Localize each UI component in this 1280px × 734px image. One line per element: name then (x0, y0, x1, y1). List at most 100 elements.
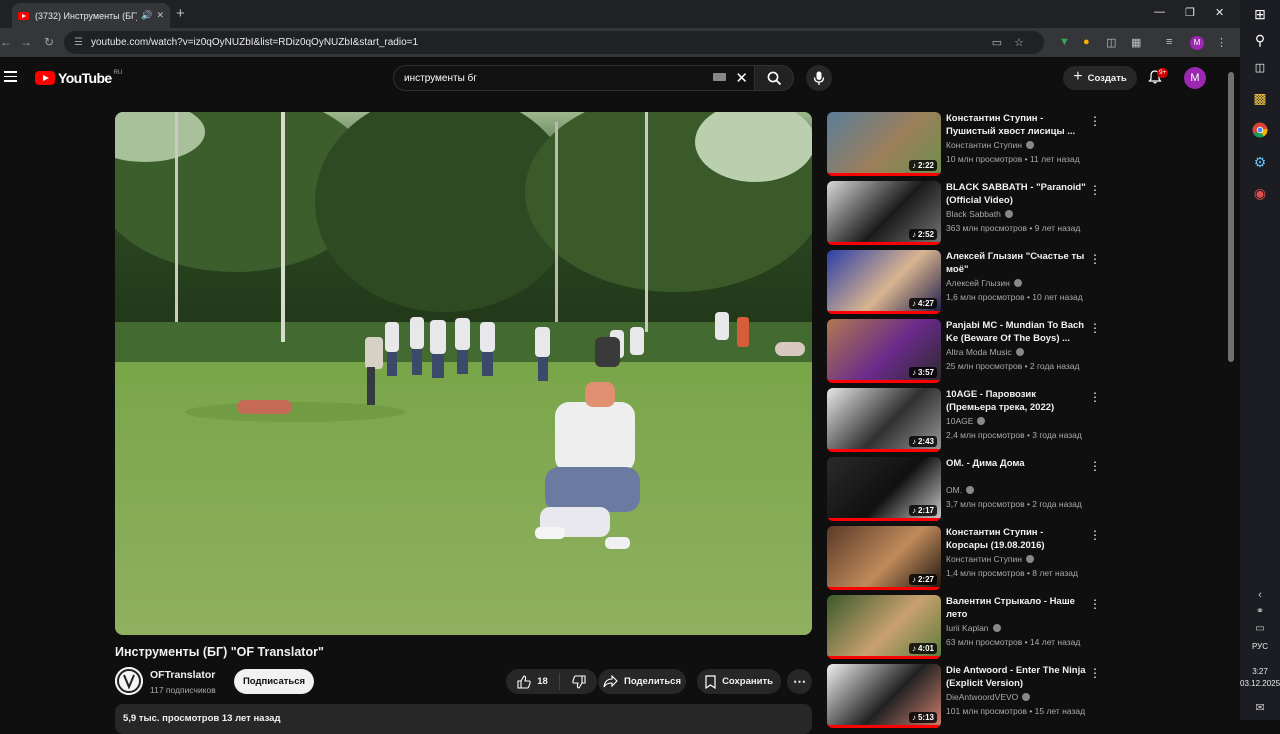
account-avatar[interactable]: M (1184, 67, 1206, 89)
recommendation-item[interactable]: 4:01 Валентин Стрыкало - Наше лето Iurii K… (827, 595, 1112, 661)
save-button[interactable]: Сохранить (697, 669, 781, 694)
recommendation-title[interactable]: Panjabi MC - Mundian To Bach Ke (Beware … (946, 319, 1086, 345)
recommendation-title[interactable]: Константин Ступин - Пушистый хвост лисиц… (946, 112, 1086, 138)
recommendation-title[interactable]: Константин Ступин - Корсары (19.08.2016) (946, 526, 1086, 552)
more-options-icon[interactable]: ⋮ (1089, 666, 1101, 680)
close-window-icon[interactable]: ✕ (1215, 6, 1224, 19)
task-view-icon[interactable]: ◫ (1250, 57, 1270, 77)
language-indicator[interactable]: РУС (1240, 642, 1280, 651)
new-tab-icon[interactable]: + (176, 5, 185, 22)
recommendation-channel[interactable]: DieAntwoordVEVO (946, 692, 1031, 702)
recommendation-item[interactable]: 2:52 BLACK SABBATH - "Paranoid" (Official… (827, 181, 1112, 247)
recommendation-channel[interactable]: Константин Ступин (946, 554, 1034, 564)
channel-name[interactable]: OFTranslator (150, 669, 215, 681)
video-thumbnail[interactable]: 3:57 (827, 319, 941, 383)
description-box[interactable]: 5,9 тыс. просмотров 13 лет назад (115, 704, 812, 734)
video-player[interactable] (115, 112, 812, 635)
minimize-icon[interactable]: — (1154, 6, 1165, 18)
file-explorer-icon[interactable]: ▩ (1250, 88, 1270, 108)
video-thumbnail[interactable]: 4:01 (827, 595, 941, 659)
extension-coin-icon[interactable]: ● (1083, 36, 1090, 48)
recommendation-channel[interactable]: Altra Moda Music (946, 347, 1024, 357)
channel-label: Iurii Kaplan (946, 623, 989, 633)
recommendation-item[interactable]: 4:27 Алексей Глызин "Счастье ты моё" Алекс… (827, 250, 1112, 316)
recommendation-title[interactable]: Алексей Глызин "Счастье ты моё" (946, 250, 1086, 276)
install-icon[interactable]: ▭☆ (992, 36, 1036, 49)
recommendation-title[interactable]: Валентин Стрыкало - Наше лето (946, 595, 1086, 621)
video-thumbnail[interactable]: 4:27 (827, 250, 941, 314)
menu-icon[interactable] (4, 71, 17, 82)
video-thumbnail[interactable]: 2:22 (827, 112, 941, 176)
more-options-icon[interactable]: ⋮ (1089, 183, 1101, 197)
channel-avatar[interactable] (115, 667, 143, 695)
recommendation-item[interactable]: 3:57 Panjabi MC - Mundian To Bach Ke (Bew… (827, 319, 1112, 385)
thumbs-up-icon (517, 674, 531, 689)
recommendation-item[interactable]: 2:27 Константин Ступин - Корсары (19.08.2… (827, 526, 1112, 592)
video-thumbnail[interactable]: 2:27 (827, 526, 941, 590)
video-thumbnail[interactable]: 5:13 (827, 664, 941, 728)
recommendation-item[interactable]: 2:43 10AGE - Паровозик (Премьера трека, 2… (827, 388, 1112, 454)
maximize-icon[interactable]: ❐ (1185, 6, 1195, 19)
recommendation-channel[interactable]: Iurii Kaplan (946, 623, 1001, 633)
back-icon[interactable]: ← (0, 35, 12, 49)
recommendation-title[interactable]: Die Antwoord - Enter The Ninja (Explicit… (946, 664, 1086, 690)
recommendation-item[interactable]: 5:13 Die Antwoord - Enter The Ninja (Expl… (827, 664, 1112, 730)
clear-search-icon[interactable]: ✕ (735, 69, 748, 87)
browser-menu-icon[interactable]: ⋮ (1216, 36, 1227, 49)
recommendation-item[interactable]: 2:17 ОМ. - Дима Дома ОМ. 3,7 млн просмотров… (827, 457, 1112, 523)
forward-icon[interactable]: → (20, 35, 32, 49)
extensions-puzzle-icon[interactable]: ▦ (1131, 36, 1141, 49)
more-options-icon[interactable]: ⋮ (1089, 114, 1101, 128)
address-bar[interactable]: ☰ youtube.com/watch?v=iz0qOyNUZbI&list=R… (64, 31, 1044, 54)
audio-icon[interactable]: 🔊 (141, 10, 152, 21)
video-thumbnail[interactable]: 2:17 (827, 457, 941, 521)
notifications-tray-icon[interactable]: ✉ (1250, 697, 1270, 717)
recommendation-channel[interactable]: Константин Ступин (946, 140, 1034, 150)
taskbar-search-icon[interactable]: ⚲ (1250, 30, 1270, 50)
more-options-icon[interactable]: ⋮ (1089, 390, 1101, 404)
windows-start-icon[interactable]: ⊞ (1250, 4, 1270, 24)
recommendation-channel[interactable]: Алексей Глызин (946, 278, 1022, 288)
more-options-icon[interactable]: ⋮ (1089, 597, 1101, 611)
media-control-icon[interactable]: ≡ (1166, 36, 1172, 48)
clock-date[interactable]: 03.12.2025 (1240, 679, 1280, 688)
app-icon[interactable]: ◉ (1250, 183, 1270, 203)
recommendation-channel[interactable]: Black Sabbath (946, 209, 1013, 219)
network-tray-icon[interactable]: ▭ (1250, 618, 1270, 638)
video-thumbnail[interactable]: 2:43 (827, 388, 941, 452)
video-thumbnail[interactable]: 2:52 (827, 181, 941, 245)
more-options-icon[interactable]: ⋮ (1089, 528, 1101, 542)
browser-profile-avatar[interactable]: M (1190, 36, 1204, 50)
site-info-icon[interactable]: ☰ (74, 37, 83, 48)
page-scrollbar[interactable] (1228, 72, 1234, 362)
voice-search-button[interactable] (806, 65, 832, 91)
youtube-logo[interactable]: YouTube RU (35, 70, 122, 86)
steam-icon[interactable]: ⚙ (1250, 152, 1270, 172)
reload-icon[interactable]: ↻ (44, 35, 54, 49)
recommendation-title[interactable]: 10AGE - Паровозик (Премьера трека, 2022) (946, 388, 1086, 414)
search-input[interactable]: инструменты бг ✕ (393, 65, 755, 91)
extension-shield-icon[interactable]: ▼ (1059, 36, 1070, 48)
search-button[interactable] (754, 65, 794, 91)
recommendation-title[interactable]: BLACK SABBATH - "Paranoid" (Official Vid… (946, 181, 1086, 207)
recommendation-title[interactable]: ОМ. - Дима Дома (946, 457, 1086, 470)
more-actions-button[interactable]: ⋯ (787, 669, 812, 694)
chrome-icon[interactable] (1250, 120, 1270, 140)
more-options-icon[interactable]: ⋮ (1089, 459, 1101, 473)
url-text: youtube.com/watch?v=iz0qOyNUZbI&list=RDi… (90, 37, 419, 48)
share-button[interactable]: Поделиться (598, 669, 686, 694)
recommendation-channel[interactable]: 10AGE (946, 416, 986, 426)
browser-tab[interactable]: (3732) Инструменты (БГ) " 🔊 ✕ (12, 3, 170, 28)
keyboard-icon[interactable] (713, 73, 726, 81)
more-options-icon[interactable]: ⋮ (1089, 252, 1101, 266)
clock-time[interactable]: 3:27 (1240, 667, 1280, 676)
more-options-icon[interactable]: ⋮ (1089, 321, 1101, 335)
recommendation-item[interactable]: 2:22 Константин Ступин - Пушистый хвост л… (827, 112, 1112, 178)
close-tab-icon[interactable]: ✕ (156, 10, 164, 21)
recommendation-channel[interactable]: ОМ. (946, 485, 975, 495)
create-button[interactable]: + Создать (1063, 66, 1137, 90)
subscribe-button[interactable]: Подписаться (234, 669, 314, 694)
like-button[interactable]: 18 (506, 673, 560, 690)
dislike-button[interactable] (560, 674, 597, 689)
extension-icon[interactable]: ◫ (1106, 36, 1116, 49)
